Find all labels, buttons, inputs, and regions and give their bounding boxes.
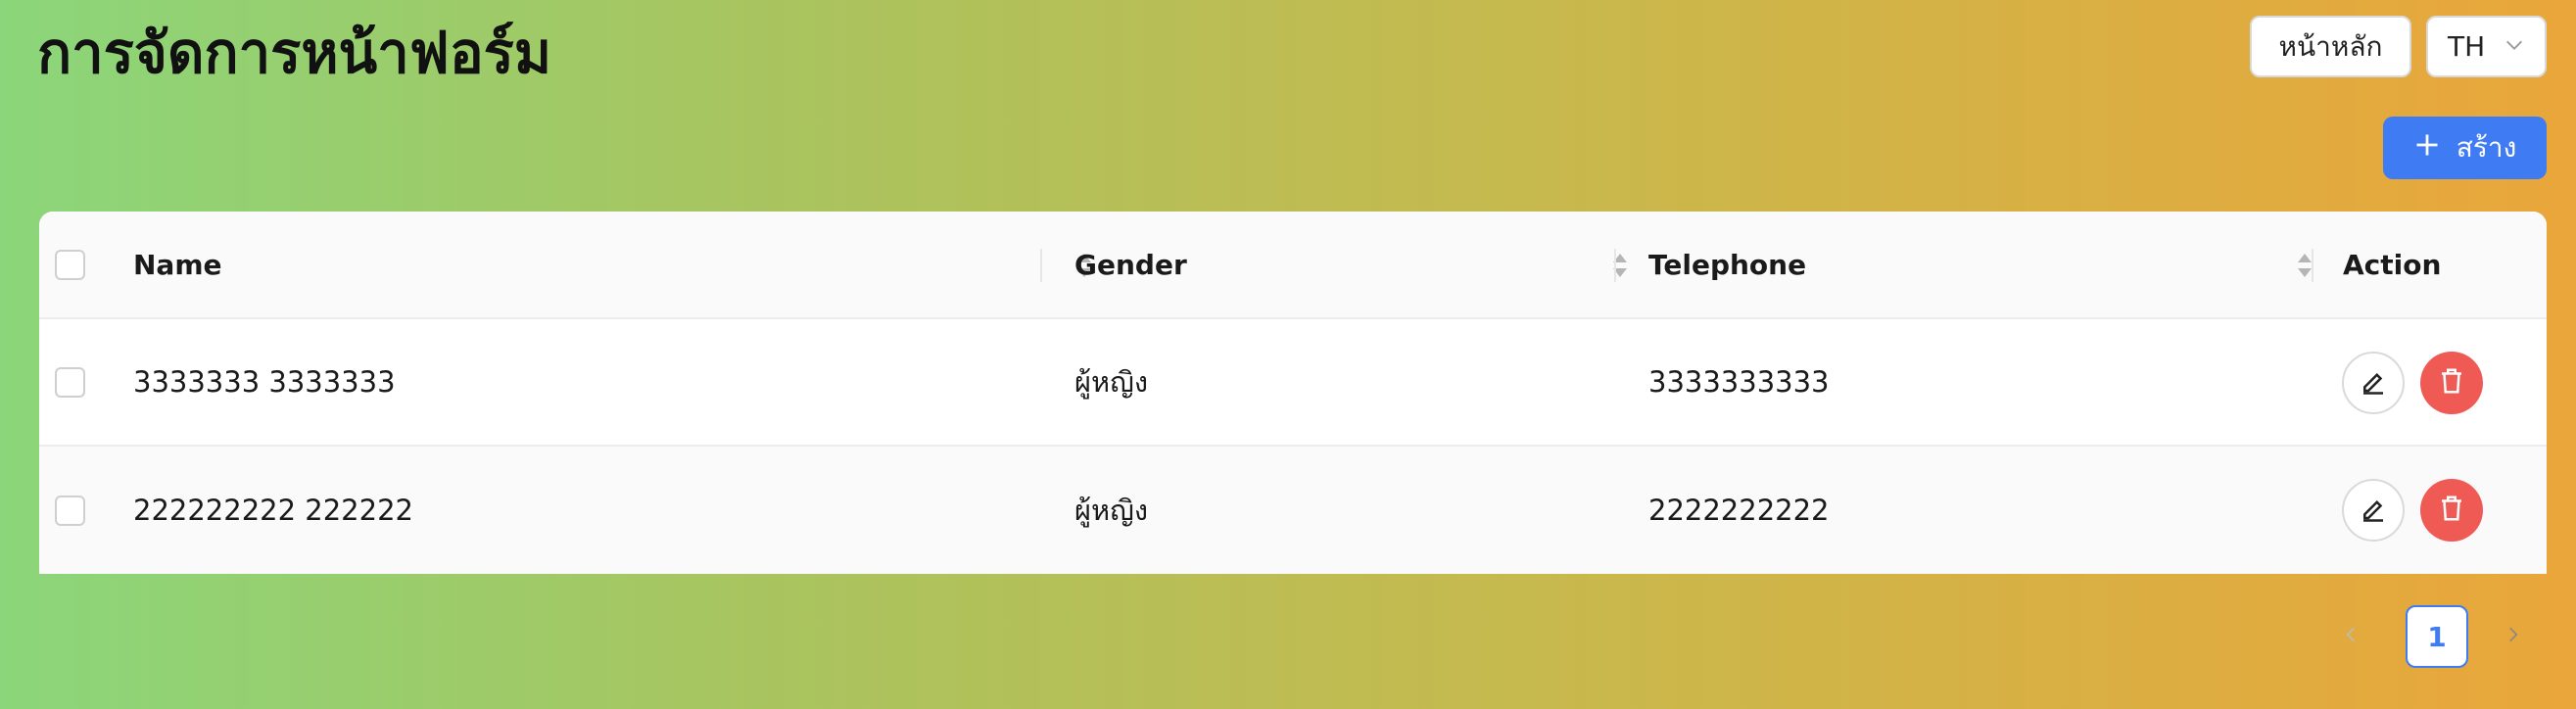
column-divider [1040, 249, 1042, 282]
cell-gender: ผู้หญิง [1074, 494, 1148, 527]
cell-telephone: 2222222222 [1648, 494, 1830, 527]
create-button[interactable]: สร้าง [2383, 117, 2547, 179]
chevron-right-icon [2504, 625, 2523, 648]
cell-name: 3333333 3333333 [133, 365, 396, 399]
select-all-checkbox[interactable] [55, 249, 85, 280]
cell-name: 222222222 222222 [133, 494, 413, 527]
edit-icon [2359, 494, 2388, 527]
table-row: 222222222 222222 ผู้หญิง 2222222222 [39, 447, 2547, 574]
edit-button[interactable] [2342, 352, 2405, 414]
delete-button[interactable] [2420, 352, 2483, 414]
chevron-left-icon [2341, 625, 2361, 648]
home-button-label: หน้าหลัก [2278, 29, 2383, 63]
page-title: การจัดการหน้าฟอร์ม [37, 20, 552, 86]
language-select[interactable]: TH [2426, 16, 2547, 77]
column-divider [1614, 249, 1616, 282]
next-page-button[interactable] [2494, 605, 2533, 668]
pagination: 1 [2331, 605, 2547, 668]
edit-button[interactable] [2342, 479, 2405, 542]
row-checkbox[interactable] [55, 366, 85, 398]
trash-icon [2437, 366, 2466, 400]
column-header-gender: Gender [1074, 248, 1187, 281]
data-table: Name Gender Telephone Action 3333333 333… [39, 212, 2547, 574]
cell-telephone: 3333333333 [1648, 365, 1830, 399]
create-button-label: สร้าง [2456, 131, 2517, 164]
plus-icon [2413, 131, 2441, 165]
language-value: TH [2448, 30, 2486, 63]
row-checkbox[interactable] [55, 495, 85, 526]
edit-icon [2359, 366, 2388, 400]
home-button[interactable]: หน้าหลัก [2250, 16, 2411, 77]
table-row: 3333333 3333333 ผู้หญิง 3333333333 [39, 319, 2547, 447]
sort-icon[interactable] [1609, 248, 1631, 283]
chevron-down-icon [2504, 30, 2525, 63]
page-number-button[interactable]: 1 [2406, 605, 2468, 668]
table-header-row: Name Gender Telephone Action [39, 212, 2547, 319]
column-header-name: Name [133, 248, 222, 281]
prev-page-button[interactable] [2331, 605, 2370, 668]
column-header-telephone: Telephone [1648, 248, 1807, 281]
cell-gender: ผู้หญิง [1074, 365, 1148, 399]
column-divider [2312, 249, 2314, 282]
delete-button[interactable] [2420, 479, 2483, 542]
column-header-action: Action [2343, 248, 2442, 281]
trash-icon [2437, 494, 2466, 527]
